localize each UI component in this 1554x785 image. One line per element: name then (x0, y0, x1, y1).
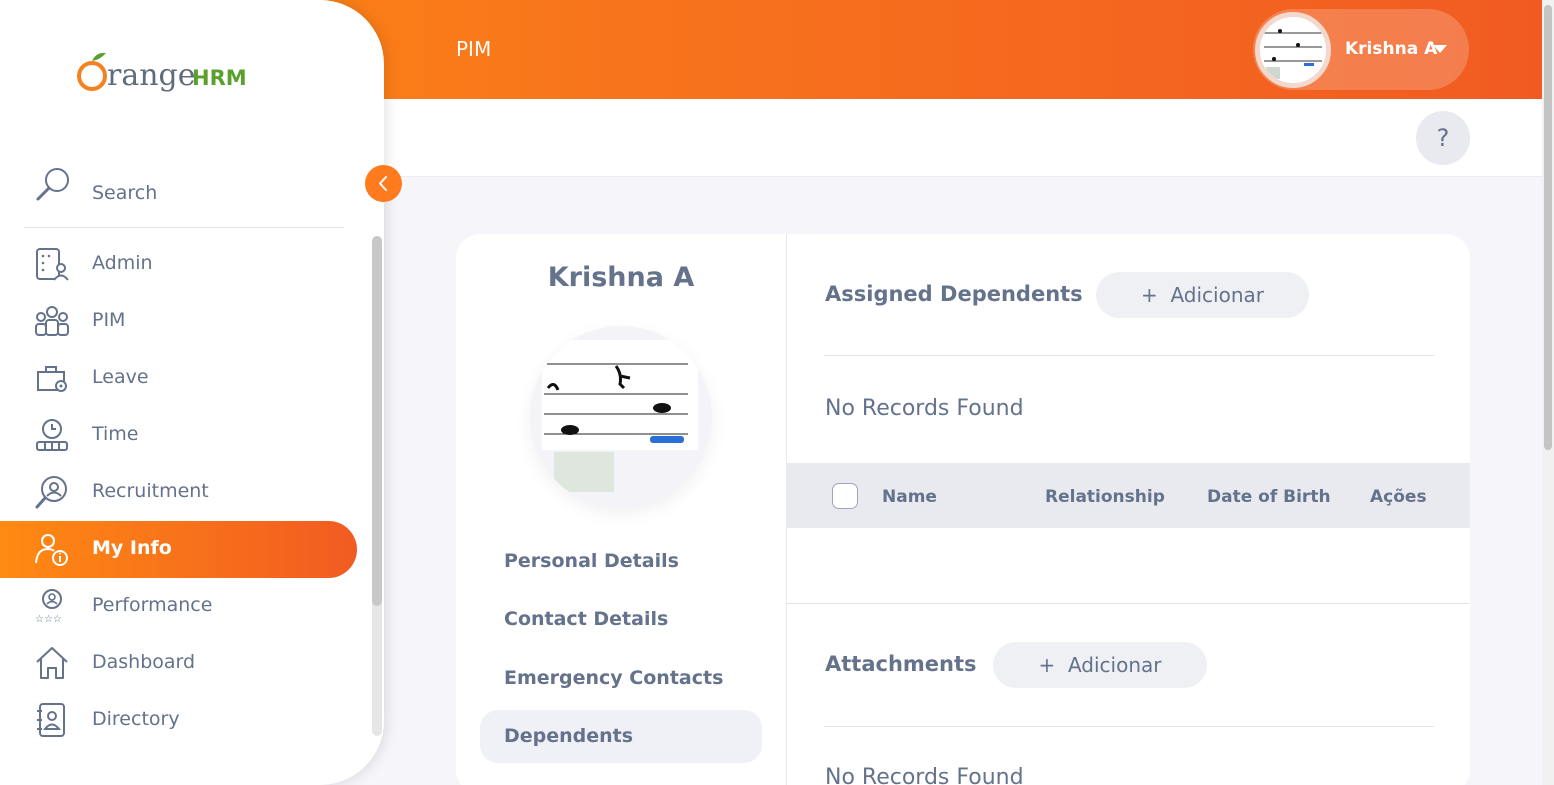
page-scrollbar-thumb[interactable] (1544, 5, 1552, 450)
chevron-down-icon (1433, 45, 1447, 53)
admin-icon (34, 246, 70, 282)
sidebar-item-my-info[interactable]: My Info (0, 521, 357, 578)
sidebar-item-directory[interactable]: Directory (0, 692, 357, 749)
my-info-icon (34, 531, 70, 567)
home-icon (34, 645, 70, 681)
tab-emergency-contacts[interactable]: Emergency Contacts (504, 667, 723, 689)
column-header-actions: Ações (1370, 487, 1427, 507)
select-all-checkbox[interactable] (832, 483, 858, 509)
pim-icon (34, 303, 70, 339)
sub-header (384, 99, 1542, 177)
sidebar-item-time[interactable]: Time (0, 407, 357, 464)
add-attachment-label: Adicionar (1067, 653, 1162, 677)
sidebar-item-admin[interactable]: Admin (0, 236, 357, 293)
sidebar-item-label: Performance (92, 594, 213, 616)
sidebar-item-label: Admin (92, 252, 153, 274)
sidebar-search[interactable]: Search (24, 160, 344, 228)
column-header-name[interactable]: Name (882, 487, 937, 507)
orangehrm-logo: range HRM (74, 48, 254, 100)
time-icon (34, 417, 70, 453)
sidebar-item-pim[interactable]: PIM (0, 293, 357, 350)
divider (824, 726, 1434, 727)
sidebar-item-performance[interactable]: ☆☆☆ Performance (0, 578, 357, 635)
sidebar-item-label: PIM (92, 309, 126, 331)
add-dependent-label: Adicionar (1170, 283, 1264, 307)
chevron-left-icon (379, 176, 387, 191)
sidebar-item-recruitment[interactable]: Recruitment (0, 464, 357, 521)
plus-icon: + (1140, 283, 1171, 307)
employee-photo[interactable] (530, 326, 712, 508)
sidebar-item-label: Leave (92, 366, 149, 388)
user-menu[interactable]: Krishna A (1253, 9, 1469, 90)
svg-text:☆☆☆: ☆☆☆ (35, 614, 62, 624)
plus-icon: + (1038, 653, 1068, 677)
column-header-date-of-birth[interactable]: Date of Birth (1207, 487, 1331, 507)
svg-text:range: range (107, 58, 196, 93)
column-header-relationship[interactable]: Relationship (1045, 487, 1165, 507)
user-avatar (1255, 12, 1331, 88)
sidebar-item-label: My Info (92, 537, 172, 559)
leave-icon (34, 360, 70, 396)
module-title: PIM (456, 37, 492, 61)
sidebar-item-label: Recruitment (92, 480, 209, 502)
add-dependent-button[interactable]: + Adicionar (1096, 272, 1309, 318)
attachments-empty-text: No Records Found (825, 765, 1024, 785)
sidebar-scrollbar-thumb[interactable] (372, 236, 382, 606)
user-name: Krishna A (1345, 39, 1438, 59)
sidebar-item-label: Dashboard (92, 651, 196, 673)
sidebar-item-dashboard[interactable]: Dashboard (0, 635, 357, 692)
sidebar-item-label: Directory (92, 708, 180, 730)
assigned-dependents-title: Assigned Dependents (825, 282, 1083, 306)
table-divider (787, 603, 1470, 604)
add-attachment-button[interactable]: + Adicionar (993, 642, 1207, 688)
search-icon (34, 165, 74, 209)
attachments-title: Attachments (825, 652, 977, 676)
sidebar-search-label: Search (92, 182, 158, 204)
tab-dependents[interactable]: Dependents (504, 725, 633, 747)
divider (824, 355, 1434, 356)
sidebar-item-leave[interactable]: Leave (0, 350, 357, 407)
svg-text:HRM: HRM (192, 66, 247, 90)
help-button[interactable]: ? (1416, 111, 1470, 165)
directory-icon (34, 702, 70, 738)
performance-icon: ☆☆☆ (34, 588, 70, 625)
tab-personal-details[interactable]: Personal Details (504, 550, 679, 572)
recruitment-icon (34, 474, 70, 510)
tab-contact-details[interactable]: Contact Details (504, 608, 668, 630)
dependents-empty-text: No Records Found (825, 396, 1024, 421)
employee-name: Krishna A (547, 262, 695, 293)
sidebar-item-label: Time (92, 423, 139, 445)
sidebar-collapse-button[interactable] (365, 165, 402, 202)
